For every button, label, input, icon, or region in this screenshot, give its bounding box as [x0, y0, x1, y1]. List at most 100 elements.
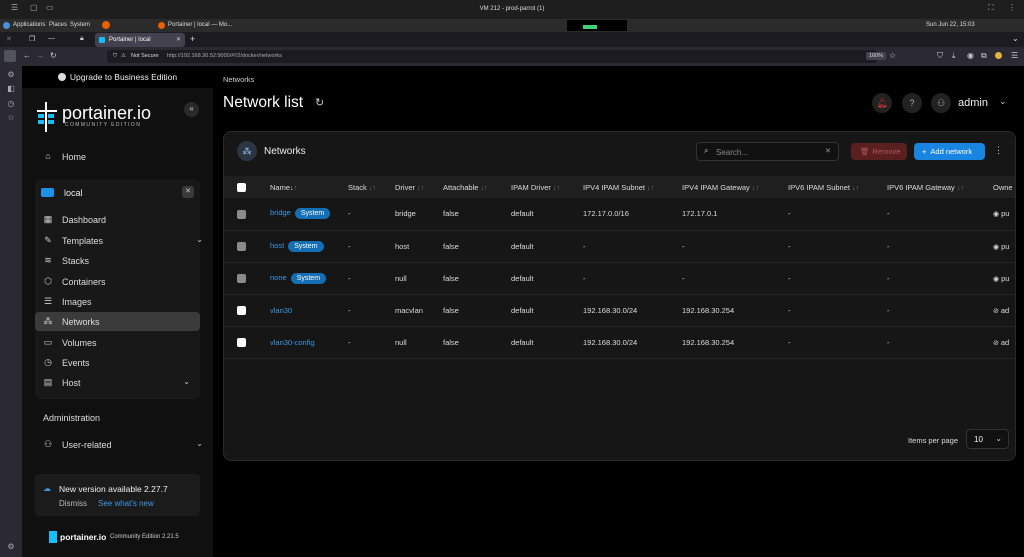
column-name[interactable]: Name↓↑: [270, 176, 348, 198]
extension-icon[interactable]: ⧉: [981, 51, 987, 61]
sidebar-history-icon[interactable]: ◷: [6, 99, 16, 109]
nav-dashboard[interactable]: ▦ Dashboard: [35, 210, 213, 229]
collapse-sidebar-button[interactable]: «: [184, 102, 199, 117]
menu-places[interactable]: Places: [49, 22, 67, 28]
nav-stacks[interactable]: ≋ Stacks: [35, 251, 213, 270]
chevron-down-icon[interactable]: ⌄: [196, 439, 203, 448]
close-icon[interactable]: ✕: [6, 35, 12, 43]
search-placeholder: Search...: [716, 148, 749, 157]
network-name-link[interactable]: none: [270, 273, 287, 282]
parrot-icon[interactable]: [3, 22, 10, 29]
sidebar-tools-icon[interactable]: ⚙: [6, 70, 16, 80]
security-label: Not Secure: [131, 53, 159, 59]
help-icon[interactable]: ?: [902, 93, 922, 113]
chevron-down-icon[interactable]: ⌄: [196, 235, 203, 244]
row-checkbox: [237, 209, 246, 219]
chevron-down-icon[interactable]: ⌄: [183, 377, 190, 386]
nav-containers[interactable]: ⬡ Containers: [35, 272, 213, 291]
portainer-logo-icon[interactable]: [35, 100, 59, 134]
cell-ipv6-gateway: -: [887, 294, 993, 327]
cell-ownership: ⊘ ad: [993, 326, 1015, 359]
table-row[interactable]: host System - host false default - - - - ◉ pu: [224, 230, 1015, 263]
network-name-link[interactable]: bridge: [270, 208, 291, 217]
clear-search-icon[interactable]: ✕: [825, 147, 831, 155]
dismiss-link[interactable]: Dismiss: [59, 499, 87, 508]
table-row[interactable]: vlan30-config - null false default 192.168.30…: [224, 326, 1015, 359]
sidebar-favorite-icon[interactable]: ☆: [6, 113, 16, 123]
sidebar-toggle-icon[interactable]: [4, 50, 16, 62]
add-network-button[interactable]: + Add network: [914, 143, 985, 160]
cell-stack: -: [348, 262, 395, 295]
upgrade-button[interactable]: Upgrade to Business Edition: [22, 66, 213, 88]
back-icon[interactable]: ←: [23, 51, 31, 60]
table-row[interactable]: vlan30- macvlan false default 192.168.30.0/2…: [224, 294, 1015, 327]
table-row[interactable]: bridge System - bridge false default 172.17.0.…: [224, 198, 1015, 231]
column-ipv6-gateway[interactable]: IPV6 IPAM Gateway ↓↑: [887, 176, 993, 198]
search-input[interactable]: ⌕ Search... ✕: [696, 142, 839, 161]
minimize-icon[interactable]: —: [48, 35, 55, 42]
remove-button[interactable]: 🗑︎ Remove: [851, 143, 907, 160]
column-ipv4-gateway[interactable]: IPV4 IPAM Gateway ↓↑: [682, 176, 788, 198]
nav-host[interactable]: ▤ Host ⌄: [35, 373, 200, 392]
cell-ipv6-gateway: -: [887, 262, 993, 295]
whats-new-link[interactable]: See what's new: [98, 499, 154, 508]
tab-list-icon[interactable]: ⌄: [1012, 34, 1019, 43]
more-options-icon[interactable]: ⋮: [994, 145, 1003, 156]
chevron-down-icon[interactable]: ⌄: [999, 96, 1007, 107]
nav-templates[interactable]: ✎ Templates ⌄: [35, 231, 213, 250]
browser-tab[interactable]: Portainer | local ✕: [95, 33, 185, 47]
pocket-icon[interactable]: ⛉: [937, 51, 943, 61]
fullscreen-icon[interactable]: ⛶: [988, 4, 996, 12]
dashboard-icon: ▦: [43, 214, 53, 224]
account-icon[interactable]: ◉: [967, 51, 974, 60]
items-per-page-select[interactable]: 10 ⌄: [966, 429, 1009, 449]
column-ipam-driver[interactable]: IPAM Driver ↓↑: [511, 176, 583, 198]
sidebar-settings-icon[interactable]: ⚙: [6, 542, 16, 552]
refresh-icon[interactable]: ↻: [315, 96, 324, 109]
cell-name: none System: [270, 262, 348, 295]
forward-icon[interactable]: →: [36, 51, 44, 60]
username[interactable]: admin: [958, 97, 988, 109]
zoom-level[interactable]: 160%: [866, 52, 887, 60]
table-row[interactable]: none System - null false default - - - - ◉ pu: [224, 262, 1015, 295]
nav-networks[interactable]: ⁂ Networks: [35, 312, 200, 331]
user-avatar[interactable]: ⚇: [931, 93, 951, 113]
items-per-page-label: Items per page: [908, 436, 959, 445]
new-tab-icon[interactable]: +: [190, 34, 195, 44]
select-all-checkbox[interactable]: [237, 182, 246, 192]
notification-bell-icon[interactable]: 🔔︎: [872, 93, 892, 113]
url-field[interactable]: ⛉ ⚠ Not Secure http://192.168.30.52:9000…: [107, 50, 887, 63]
nav-volumes[interactable]: ▭ Volumes: [35, 333, 213, 352]
plus-icon: +: [922, 147, 927, 156]
sidebar-bookmarks-icon[interactable]: ◧: [6, 84, 16, 94]
more-icon[interactable]: ⋮: [1008, 4, 1016, 12]
column-ownership[interactable]: Owne: [993, 176, 1015, 198]
close-environment-button[interactable]: ✕: [182, 186, 194, 198]
reload-icon[interactable]: ↻: [50, 51, 57, 60]
column-ipv4-subnet[interactable]: IPV4 IPAM Subnet ↓↑: [583, 176, 682, 198]
row-checkbox[interactable]: [237, 337, 246, 347]
column-driver[interactable]: Driver ↓↑: [395, 176, 443, 198]
download-icon[interactable]: ⤓: [952, 51, 956, 61]
nav-home[interactable]: ⌂ Home: [35, 147, 213, 166]
breadcrumb[interactable]: Networks: [223, 75, 254, 84]
row-checkbox[interactable]: [237, 305, 246, 315]
network-name-link[interactable]: vlan30: [270, 306, 292, 315]
network-name-link[interactable]: vlan30-config: [270, 338, 315, 347]
restore-icon[interactable]: ❐: [29, 35, 35, 43]
app-menu-icon[interactable]: ☰: [1011, 51, 1018, 60]
nav-events[interactable]: ◷ Events: [35, 353, 213, 372]
column-stack[interactable]: Stack ↓↑: [348, 176, 395, 198]
column-ipv6-subnet[interactable]: IPV6 IPAM Subnet ↓↑: [788, 176, 887, 198]
bookmark-star-icon[interactable]: ☆: [889, 51, 896, 60]
addon-icon[interactable]: [995, 52, 1002, 59]
network-name-link[interactable]: host: [270, 241, 284, 250]
column-attachable[interactable]: Attachable ↓↑: [443, 176, 511, 198]
nav-images[interactable]: ☰ Images: [35, 292, 213, 311]
firefox-launcher-icon[interactable]: [102, 21, 110, 29]
menu-system[interactable]: System: [70, 22, 90, 28]
taskbar-window[interactable]: Portainer | local — Mo...: [168, 22, 232, 28]
menu-applications[interactable]: Applications: [13, 22, 45, 28]
tab-close-icon[interactable]: ✕: [176, 36, 181, 43]
nav-user-related[interactable]: ⚇ User-related ⌄: [35, 435, 213, 454]
